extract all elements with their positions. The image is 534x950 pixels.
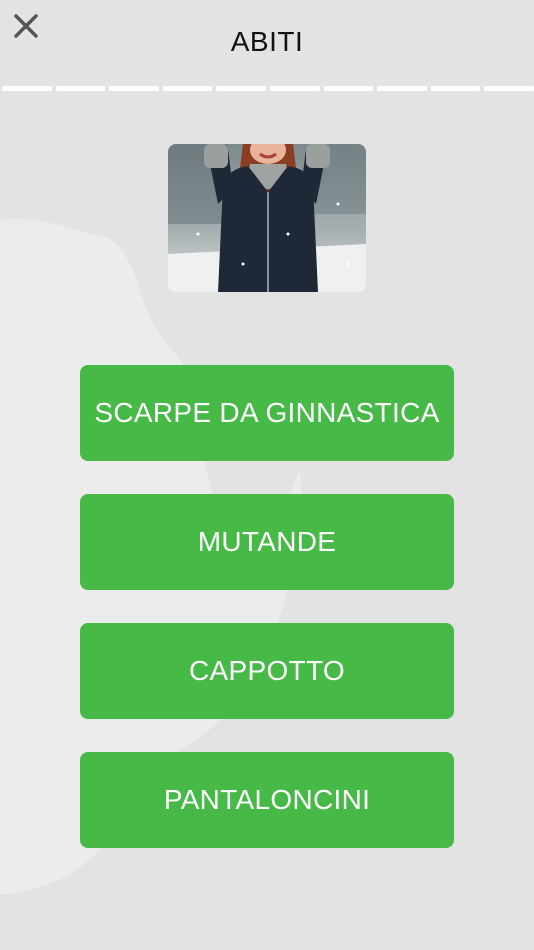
progress-segment	[162, 86, 213, 91]
page-title: ABITI	[230, 26, 304, 57]
progress-segment	[430, 86, 481, 91]
answer-button[interactable]: SCARPE DA GINNASTICA	[80, 365, 454, 461]
progress-bar	[2, 86, 534, 91]
progress-segment	[484, 86, 534, 91]
progress-segment	[2, 86, 52, 91]
question-image	[168, 144, 366, 292]
progress-segment	[269, 86, 320, 91]
answer-button[interactable]: MUTANDE	[80, 494, 454, 590]
progress-segment	[377, 86, 427, 91]
progress-segment	[323, 86, 374, 91]
progress-segment	[216, 86, 266, 91]
answer-button[interactable]: PANTALONCINI	[80, 752, 454, 848]
progress-segment	[55, 86, 106, 91]
answer-button[interactable]: CAPPOTTO	[80, 623, 454, 719]
progress-segment	[109, 86, 159, 91]
answer-list: SCARPE DA GINNASTICA MUTANDE CAPPOTTO PA…	[80, 365, 454, 881]
